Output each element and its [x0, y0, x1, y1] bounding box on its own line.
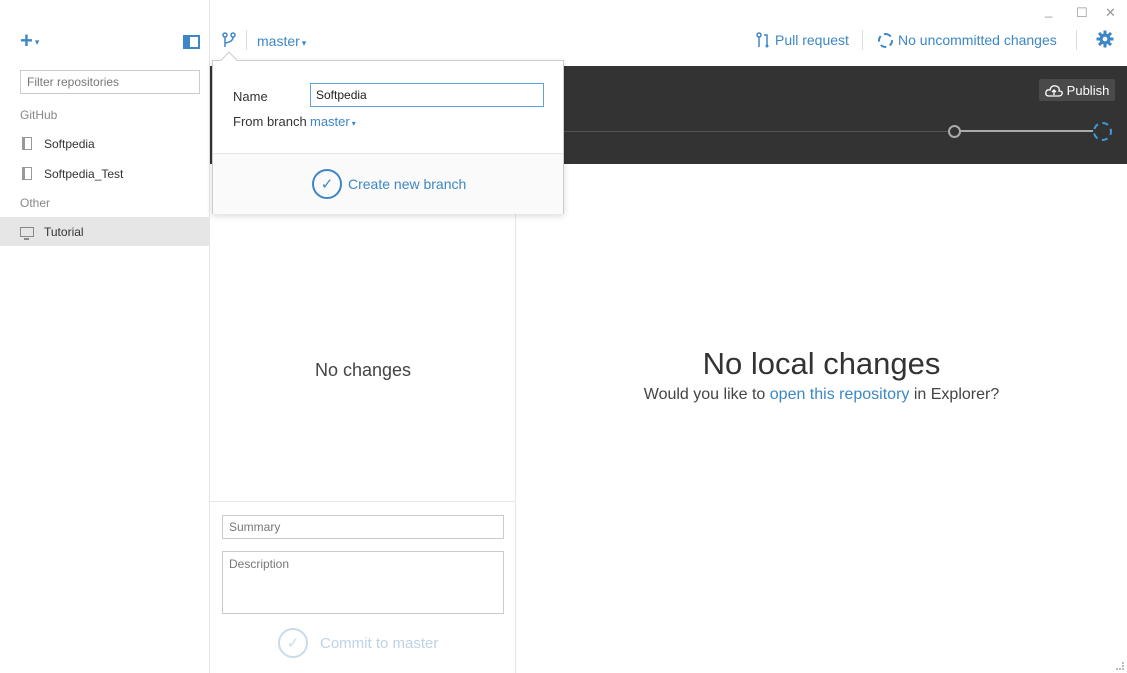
- app-window: +▾ GitHub Softpedia Softpedia_Test Other…: [0, 0, 1127, 673]
- repo-item-softpedia-test[interactable]: Softpedia_Test: [0, 159, 209, 188]
- repo-item-softpedia[interactable]: Softpedia: [0, 129, 209, 158]
- check-icon: ✓: [312, 169, 342, 199]
- description-input[interactable]: [222, 551, 504, 614]
- sync-button[interactable]: No uncommitted changes: [878, 32, 1057, 48]
- book-icon: [20, 137, 34, 151]
- branch-name-input[interactable]: [310, 83, 544, 107]
- current-state-node[interactable]: [1093, 122, 1112, 141]
- check-icon: ✓: [278, 628, 308, 658]
- toolbar: master ▾ Pull request No uncommitted chan…: [210, 0, 1127, 66]
- chevron-down-icon: ▾: [301, 38, 307, 48]
- cloud-upload-icon: [1044, 84, 1063, 97]
- panel-toggle-icon[interactable]: [183, 35, 200, 49]
- filter-repositories-input[interactable]: [20, 70, 200, 94]
- from-branch-selector[interactable]: master ▾: [310, 114, 356, 129]
- chevron-down-icon: ▾: [351, 119, 356, 128]
- gear-icon[interactable]: [1096, 30, 1114, 48]
- minimize-button[interactable]: _: [1045, 3, 1052, 18]
- popup-footer: ✓ Create new branch: [213, 153, 563, 214]
- empty-state-subtitle: Would you like to open this repository i…: [516, 386, 1127, 404]
- group-label-other: Other: [20, 196, 51, 210]
- repo-label: Softpedia_Test: [44, 166, 124, 181]
- pull-request-icon: [756, 32, 769, 48]
- publish-button[interactable]: Publish: [1039, 79, 1115, 101]
- close-button[interactable]: ✕: [1105, 5, 1116, 21]
- divider: [246, 30, 247, 50]
- book-icon: [20, 167, 34, 181]
- divider: [1076, 30, 1077, 50]
- summary-input[interactable]: [222, 515, 504, 539]
- open-repository-link[interactable]: open this repository: [770, 386, 910, 403]
- divider: [862, 30, 863, 50]
- name-label: Name: [233, 89, 268, 104]
- create-branch-popup: Name From branch master▾ ✓ Create new br…: [212, 51, 564, 214]
- repo-item-tutorial[interactable]: Tutorial: [0, 217, 209, 246]
- branch-selector[interactable]: master ▾: [257, 33, 306, 49]
- monitor-icon: [20, 225, 34, 240]
- from-branch-value: master: [310, 114, 350, 129]
- from-branch-label: From branch: [233, 114, 307, 129]
- no-changes-text: No changes: [314, 360, 412, 380]
- resize-grip[interactable]: [1116, 662, 1124, 670]
- commit-label: Commit to master: [320, 634, 439, 652]
- sync-ring-icon: [878, 32, 893, 48]
- sidebar: +▾ GitHub Softpedia Softpedia_Test Other…: [0, 0, 210, 673]
- commit-node[interactable]: [948, 125, 961, 138]
- uncommitted-label: No uncommitted changes: [898, 32, 1057, 48]
- commit-area: ✓ Commit to master: [210, 501, 516, 673]
- empty-state-title: No local changes: [702, 346, 941, 381]
- pull-request-label: Pull request: [775, 32, 849, 48]
- create-branch-label: Create new branch: [348, 176, 467, 192]
- branch-icon[interactable]: [222, 32, 236, 48]
- subtitle-prefix: Would you like to: [643, 386, 770, 403]
- create-branch-button[interactable]: ✓ Create new branch: [312, 169, 466, 199]
- subtitle-suffix: in Explorer?: [909, 386, 1000, 403]
- group-label-github: GitHub: [20, 108, 58, 122]
- repo-label: Softpedia: [44, 136, 95, 151]
- pull-request-button[interactable]: Pull request: [756, 32, 849, 48]
- repo-label: Tutorial: [44, 224, 84, 239]
- add-repository-button[interactable]: + ▾: [20, 30, 39, 53]
- changes-panel: No changes ✓ Commit to master: [210, 164, 516, 673]
- chevron-down-icon: ▾: [34, 37, 40, 48]
- timeline-line: [955, 130, 1103, 132]
- maximize-button[interactable]: ☐: [1076, 5, 1088, 21]
- plus-icon: +: [20, 28, 33, 53]
- branch-name: master: [257, 33, 300, 49]
- commit-button[interactable]: ✓ Commit to master: [278, 628, 438, 658]
- publish-label: Publish: [1066, 82, 1110, 98]
